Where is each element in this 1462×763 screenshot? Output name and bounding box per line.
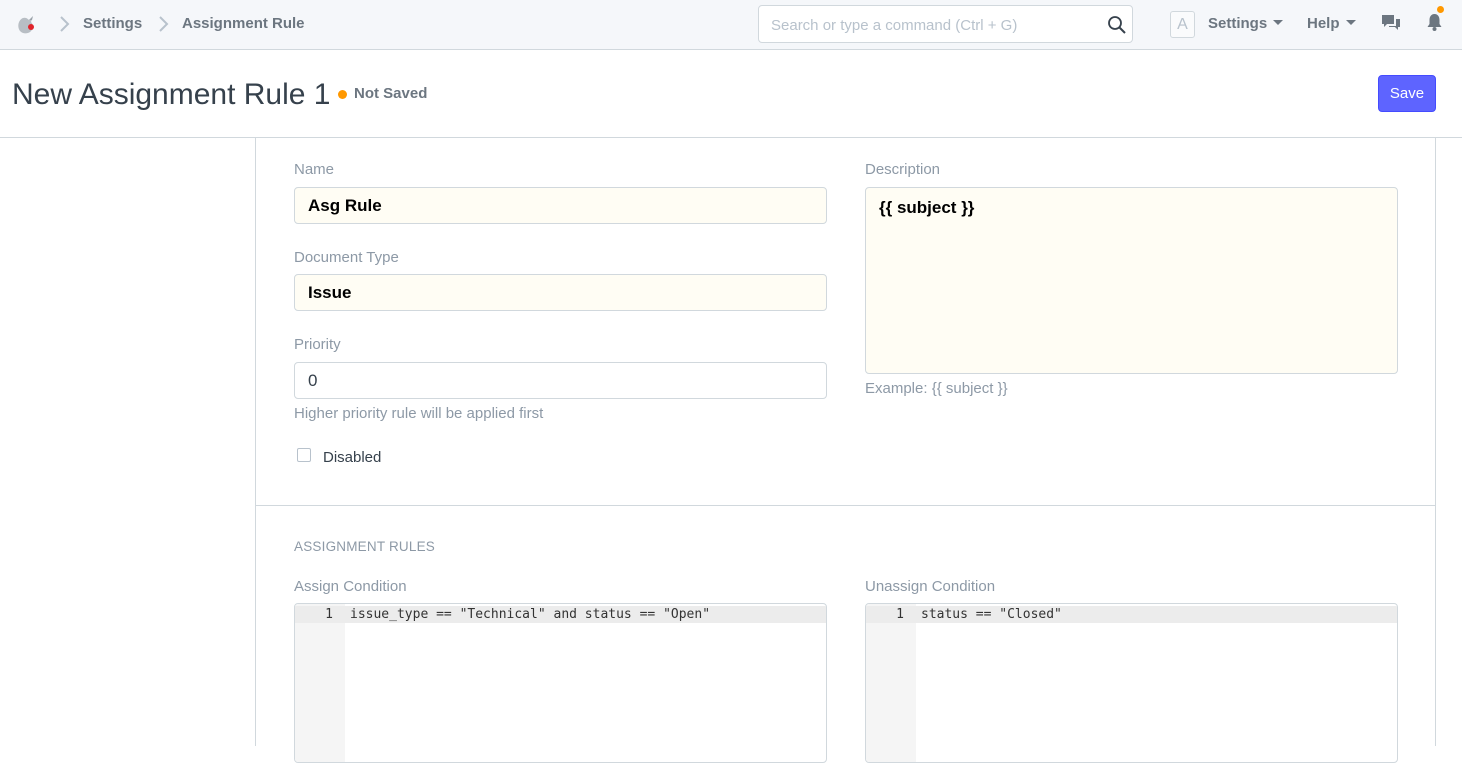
priority-label: Priority [294,336,341,353]
search-input[interactable] [771,15,1091,35]
bell-icon[interactable] [1426,12,1443,32]
code-gutter [866,604,916,762]
settings-dropdown-label: Settings [1208,15,1268,32]
description-help-text: Example: {{ subject }} [865,380,1008,397]
save-button[interactable]: Save [1378,75,1436,112]
section-divider [256,505,1435,506]
chevron-right-icon [60,16,70,32]
name-field[interactable]: Asg Rule [294,187,827,224]
assign-condition-label: Assign Condition [294,578,407,595]
chevron-right-icon [159,16,169,32]
disabled-label[interactable]: Disabled [323,449,381,467]
unassign-condition-code[interactable]: status == "Closed" [921,606,1062,623]
unassign-condition-label: Unassign Condition [865,578,996,595]
help-dropdown-label: Help [1307,15,1340,32]
navbar: Settings Assignment Rule A Settings Help [0,0,1462,50]
priority-help-text: Higher priority rule will be applied fir… [294,405,544,422]
app-logo-icon[interactable] [14,11,40,37]
breadcrumb-settings[interactable]: Settings [83,15,142,33]
description-field[interactable]: {{ subject }} [865,187,1398,374]
page-title: New Assignment Rule 1 [12,78,331,111]
form-layout: Name Asg Rule Document Type Issue Priori… [255,138,1436,763]
search-icon[interactable] [1107,15,1127,35]
settings-dropdown[interactable]: Settings [1208,15,1284,33]
status-badge: Not Saved [354,85,428,102]
line-number: 1 [325,607,333,622]
search-bar[interactable] [758,5,1133,43]
code-gutter [295,604,345,762]
line-number: 1 [896,607,904,622]
unassign-condition-editor[interactable]: 1 status == "Closed" [865,603,1398,763]
caret-down-icon [1345,20,1356,25]
notification-dot [1437,6,1444,13]
assign-condition-editor[interactable]: 1 issue_type == "Technical" and status =… [294,603,827,763]
name-label: Name [294,161,335,178]
breadcrumb-assignment-rule[interactable]: Assignment Rule [182,15,305,33]
page-head: New Assignment Rule 1 Not Saved Save [0,50,1462,138]
assign-condition-code[interactable]: issue_type == "Technical" and status == … [350,606,710,623]
status-indicator-dot [338,90,347,99]
disabled-checkbox[interactable] [297,448,311,462]
caret-down-icon [1273,20,1284,25]
description-label: Description [865,161,941,178]
document-type-field[interactable]: Issue [294,274,827,311]
help-dropdown[interactable]: Help [1307,15,1356,33]
chat-icon[interactable] [1381,14,1401,32]
avatar[interactable]: A [1170,11,1195,38]
document-type-label: Document Type [294,249,399,266]
priority-field[interactable]: 0 [294,362,827,399]
section-heading: ASSIGNMENT RULES [294,539,435,554]
